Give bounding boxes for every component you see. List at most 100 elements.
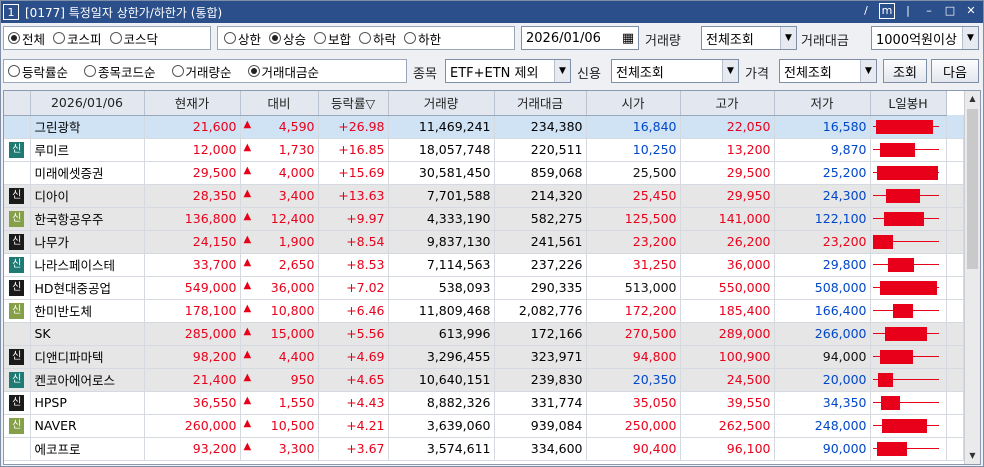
maximize-button[interactable]: □ [942, 3, 958, 19]
table-row[interactable]: 신 디아이 28,350 ▲ 3,400 +13.63 7,701,588 214… [4, 184, 964, 208]
col-header-open[interactable]: 시가 [586, 91, 681, 116]
table-row[interactable]: 미래에셋증권 29,500 ▲ 4,000 +15.69 30,581,450 8… [4, 161, 964, 185]
stock-name[interactable]: SK [30, 322, 145, 346]
filler-cell [946, 345, 964, 369]
candle-cell [870, 207, 947, 231]
table-row[interactable]: 신 나무가 24,150 ▲ 1,900 +8.54 9,837,130 241,… [4, 230, 964, 254]
radio-rise[interactable]: 상승 [269, 29, 306, 48]
table-row[interactable]: 신 HPSP 36,550 ▲ 1,550 +4.43 8,882,326 331… [4, 391, 964, 415]
candle-body [881, 395, 901, 410]
table-row[interactable]: 신 HD현대중공업 549,000 ▲ 36,000 +7.02 538,093 … [4, 276, 964, 300]
radio-dot-icon [247, 65, 260, 77]
price-diff-cell: ▲ 10,500 [240, 414, 319, 438]
chevron-down-icon[interactable]: ▼ [860, 60, 876, 82]
table-row[interactable]: 신 디앤디파마텍 98,200 ▲ 4,400 +4.69 3,296,455 3… [4, 345, 964, 369]
up-arrow-icon: ▲ [243, 188, 252, 199]
scroll-up-icon[interactable]: ▲ [965, 91, 980, 107]
table-row[interactable]: 신 한국항공우주 136,800 ▲ 12,400 +9.97 4,333,190… [4, 207, 964, 231]
chevron-down-icon[interactable]: ▼ [962, 27, 978, 49]
filler-cell [946, 138, 964, 162]
credit-badge-icon: 신 [9, 417, 25, 434]
price-diff-cell: ▲ 950 [240, 368, 319, 392]
date-input[interactable]: 2026/01/06 ▦ [521, 26, 639, 50]
col-header-candle[interactable]: L일봉H [870, 91, 947, 116]
price-select[interactable]: 전체조회 ▼ [779, 59, 877, 83]
memo-icon[interactable]: m [879, 3, 895, 19]
radio-sort-volume[interactable]: 거래량순 [171, 62, 232, 81]
calendar-icon[interactable]: ▦ [618, 27, 638, 49]
radio-upper-limit[interactable]: 상한 [224, 29, 261, 48]
col-header-volume[interactable]: 거래량 [388, 91, 495, 116]
amount-select[interactable]: 1000억원이상 ▼ [871, 26, 979, 50]
stock-name[interactable]: 디아이 [30, 184, 145, 208]
radio-market-all[interactable]: 전체 [8, 29, 45, 48]
badge-cell: 신 [4, 230, 31, 254]
results-grid[interactable]: 2026/01/06 현재가 대비 등락률▽ 거래량 거래대금 시가 고가 저가… [3, 90, 981, 465]
stock-name[interactable]: HD현대중공업 [30, 276, 145, 300]
trade-volume: 4,333,190 [388, 207, 495, 231]
table-row[interactable]: 에코프로 93,200 ▲ 3,300 +3.67 3,574,611 334,6… [4, 437, 964, 461]
close-button[interactable]: ✕ [963, 3, 979, 19]
col-header-diff[interactable]: 대비 [240, 91, 319, 116]
next-button[interactable]: 다음 [931, 59, 979, 83]
stock-name[interactable]: 켄코아에어로스 [30, 368, 145, 392]
table-row[interactable]: SK 285,000 ▲ 15,000 +5.56 613,996 172,166… [4, 322, 964, 346]
col-header-high[interactable]: 고가 [680, 91, 775, 116]
radio-sort-rate[interactable]: 등락률순 [8, 62, 68, 81]
radio-sort-amount[interactable]: 거래대금순 [247, 62, 319, 81]
link-icon[interactable]: / [858, 3, 874, 19]
col-header-amount[interactable]: 거래대금 [494, 91, 587, 116]
stock-filter-select[interactable]: ETF+ETN 제외 ▼ [445, 59, 571, 83]
col-header-low[interactable]: 저가 [774, 91, 871, 116]
trade-amount: 334,600 [494, 437, 587, 461]
open-price: 20,350 [586, 368, 681, 392]
stock-name[interactable]: 루미르 [30, 138, 145, 162]
scroll-down-icon[interactable]: ▼ [965, 448, 980, 464]
chevron-down-icon[interactable]: ▼ [780, 27, 796, 49]
change-rate: +6.46 [318, 299, 389, 323]
table-row[interactable]: 그린광학 21,600 ▲ 4,590 +26.98 11,469,241 234… [4, 115, 964, 139]
high-price: 13,200 [680, 138, 775, 162]
col-header-rate[interactable]: 등락률▽ [318, 91, 389, 116]
radio-flat[interactable]: 보합 [314, 29, 351, 48]
low-price: 25,200 [774, 161, 871, 185]
trade-amount: 323,971 [494, 345, 587, 369]
table-row[interactable]: 신 NAVER 260,000 ▲ 10,500 +4.21 3,639,060 … [4, 414, 964, 438]
search-button[interactable]: 조회 [883, 59, 927, 83]
radio-lower-limit[interactable]: 하한 [404, 29, 441, 48]
volume-select[interactable]: 전체조회 ▼ [701, 26, 797, 50]
table-row[interactable]: 신 한미반도체 178,100 ▲ 10,800 +6.46 11,809,468… [4, 299, 964, 323]
credit-badge-icon: 신 [9, 141, 25, 158]
price-label: 가격 [745, 67, 769, 82]
scroll-thumb[interactable] [967, 109, 978, 269]
col-header-price[interactable]: 현재가 [144, 91, 241, 116]
table-row[interactable]: 신 켄코아에어로스 21,400 ▲ 950 +4.65 10,640,151 2… [4, 368, 964, 392]
minimize-button[interactable]: – [921, 3, 937, 19]
stock-name[interactable]: HPSP [30, 391, 145, 415]
credit-select[interactable]: 전체조회 ▼ [611, 59, 739, 83]
table-row[interactable]: 신 루미르 12,000 ▲ 1,730 +16.85 18,057,748 22… [4, 138, 964, 162]
radio-market-kospi[interactable]: 코스피 [53, 29, 102, 48]
stock-name[interactable]: 나무가 [30, 230, 145, 254]
daily-candle [871, 415, 946, 437]
radio-dot-icon [109, 32, 122, 44]
stock-name[interactable]: 에코프로 [30, 437, 145, 461]
stock-name[interactable]: 한국항공우주 [30, 207, 145, 231]
daily-candle [871, 346, 946, 368]
stock-name[interactable]: 미래에셋증권 [30, 161, 145, 185]
table-row[interactable]: 신 나라스페이스테 33,700 ▲ 2,650 +8.53 7,114,563 … [4, 253, 964, 277]
stock-name[interactable]: NAVER [30, 414, 145, 438]
window-number-badge[interactable]: 1 [3, 4, 19, 20]
stock-name[interactable]: 그린광학 [30, 115, 145, 139]
stock-name[interactable]: 한미반도체 [30, 299, 145, 323]
radio-sort-code[interactable]: 종목코드순 [84, 62, 156, 81]
radio-market-kosdaq[interactable]: 코스닥 [109, 29, 158, 48]
chevron-down-icon[interactable]: ▼ [554, 60, 570, 82]
stock-name[interactable]: 나라스페이스테 [30, 253, 145, 277]
col-header-date[interactable]: 2026/01/06 [30, 91, 145, 116]
radio-fall[interactable]: 하락 [359, 29, 396, 48]
chevron-down-icon[interactable]: ▼ [722, 60, 738, 82]
stock-name[interactable]: 디앤디파마텍 [30, 345, 145, 369]
low-price: 29,800 [774, 253, 871, 277]
vertical-scrollbar[interactable]: ▲ ▼ [964, 91, 980, 464]
